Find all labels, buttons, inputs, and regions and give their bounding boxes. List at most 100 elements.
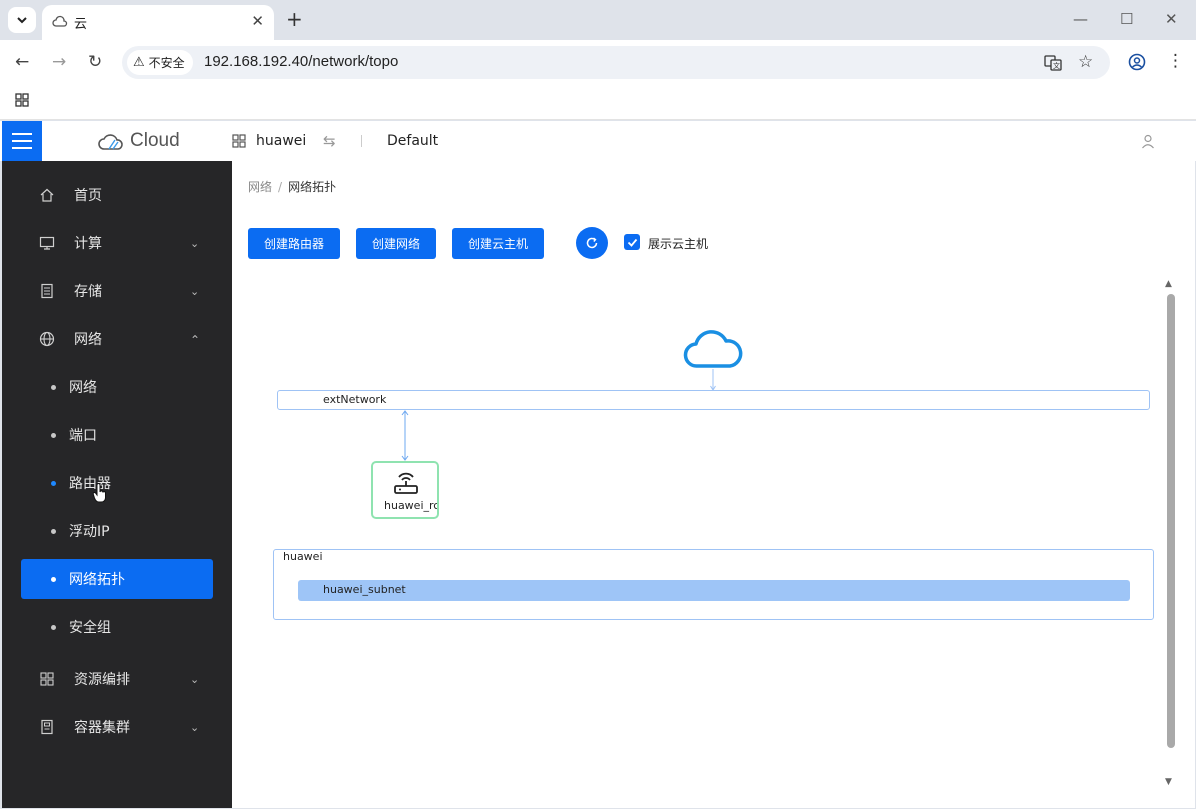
refresh-button[interactable] <box>576 227 608 259</box>
sidebar-subitem-ports[interactable]: 端口 <box>21 415 213 455</box>
external-network-label: extNetwork <box>323 393 387 406</box>
sidebar-subitem-label: 安全组 <box>69 620 111 636</box>
create-router-button[interactable]: 创建路由器 <box>248 228 340 259</box>
back-icon[interactable]: ← <box>15 52 29 72</box>
router-link-line <box>401 410 409 461</box>
topology-canvas[interactable]: extNetwork huawei_rc huawei huawei_subne… <box>232 271 1162 801</box>
maximize-icon[interactable]: ☐ <box>1120 10 1133 28</box>
hand-pointer-icon <box>92 483 106 503</box>
main-content: 网络 / 网络拓扑 创建路由器 创建网络 创建云主机 展示云主机 extNetwor… <box>232 161 1195 808</box>
new-tab-icon[interactable]: + <box>286 8 303 30</box>
browser-tab-bar: 云 ✕ + — ☐ ✕ <box>0 0 1196 40</box>
sidebar-item-label: 容器集群 <box>74 720 130 736</box>
warning-icon: ⚠ <box>133 55 145 70</box>
container-icon <box>41 719 53 735</box>
breadcrumb: 网络 / 网络拓扑 <box>248 178 336 195</box>
bullet-dot <box>51 624 56 630</box>
user-icon[interactable] <box>1140 133 1156 149</box>
sidebar-item-compute[interactable]: 计算 ⌄ <box>2 219 232 267</box>
sidebar-subitem-networks[interactable]: 网络 <box>21 367 213 407</box>
minimize-icon[interactable]: — <box>1073 10 1088 28</box>
sidebar-subitem-label: 端口 <box>69 428 97 444</box>
router-icon <box>394 472 418 494</box>
svg-text:文: 文 <box>1053 61 1060 70</box>
domain-name[interactable]: Default <box>387 133 438 149</box>
sidebar-subitem-routers[interactable]: 路由器 <box>21 463 213 503</box>
globe-icon <box>39 331 55 347</box>
sidebar-subitem-floating-ip[interactable]: 浮动IP <box>21 511 213 551</box>
sidebar-item-label: 资源编排 <box>74 672 130 688</box>
show-instances-label[interactable]: 展示云主机 <box>648 235 708 252</box>
url-text[interactable]: 192.168.192.40/network/topo <box>204 53 398 70</box>
sidebar-subitem-label: 网络 <box>69 380 97 396</box>
sidebar-subitem-label: 浮动IP <box>69 524 110 540</box>
external-cloud-icon[interactable] <box>683 326 743 371</box>
show-instances-checkbox[interactable] <box>624 234 640 250</box>
sidebar-item-orchestration[interactable]: 资源编排 ⌄ <box>2 655 232 703</box>
bullet-dot <box>51 576 56 582</box>
sidebar-item-home[interactable]: 首页 <box>2 171 232 219</box>
chevron-down-icon: ⌄ <box>190 236 200 250</box>
monitor-icon <box>39 236 55 250</box>
chevron-down-icon: ⌄ <box>190 720 200 734</box>
browser-tab[interactable]: 云 ✕ <box>42 5 274 40</box>
apps-grid-icon[interactable] <box>15 93 29 107</box>
project-name[interactable]: huawei <box>256 133 306 149</box>
switch-project-icon[interactable]: ⇆ <box>323 132 336 150</box>
storage-icon <box>41 283 53 299</box>
omnibox[interactable]: ⚠ 不安全 192.168.192.40/network/topo 文 ☆ <box>122 46 1110 79</box>
cloud-favicon-icon <box>52 15 68 27</box>
reload-icon[interactable]: ↻ <box>88 52 102 72</box>
security-label: 不安全 <box>148 56 185 70</box>
home-icon <box>40 188 54 202</box>
subnet-label: huawei_subnet <box>323 583 406 596</box>
bullet-dot <box>51 432 56 438</box>
bookmarks-bar <box>0 84 1196 120</box>
breadcrumb-separator: / <box>278 180 283 194</box>
security-chip[interactable]: ⚠ 不安全 <box>127 50 193 75</box>
external-network-bar[interactable]: extNetwork <box>277 390 1150 410</box>
app-header: Cloud huawei ⇆ Default <box>0 121 1196 161</box>
chevron-down-icon: ⌄ <box>190 672 200 686</box>
breadcrumb-parent[interactable]: 网络 <box>248 180 272 194</box>
sidebar: 首页 计算 ⌄ 存储 ⌄ 网络 ⌃ 网络 端口 路由器 浮动IP 网络拓扑 安全… <box>2 161 232 808</box>
create-instance-button[interactable]: 创建云主机 <box>452 228 544 259</box>
sidebar-item-network[interactable]: 网络 ⌃ <box>2 315 232 363</box>
sidebar-subitem-security-groups[interactable]: 安全组 <box>21 607 213 647</box>
bookmark-star-icon[interactable]: ☆ <box>1078 52 1093 72</box>
sidebar-subitem-network-topology[interactable]: 网络拓扑 <box>21 559 213 599</box>
create-network-button[interactable]: 创建网络 <box>356 228 436 259</box>
tab-title: 云 <box>74 17 88 32</box>
sidebar-subitem-label: 网络拓扑 <box>69 572 125 588</box>
grid-icon <box>40 672 54 686</box>
router-label: huawei_rc <box>384 499 439 512</box>
network-box[interactable]: huawei huawei_subnet <box>273 549 1154 620</box>
sidebar-item-label: 网络 <box>74 332 102 348</box>
scroll-down-arrow[interactable]: ▼ <box>1165 777 1172 787</box>
project-grid-icon <box>232 134 246 148</box>
translate-icon[interactable]: 文 <box>1044 54 1062 72</box>
sidebar-item-container-cluster[interactable]: 容器集群 ⌄ <box>2 703 232 751</box>
tab-search-button[interactable] <box>8 7 36 33</box>
router-node[interactable]: huawei_rc <box>371 461 439 519</box>
network-label: huawei <box>283 550 323 563</box>
subnet-bar[interactable]: huawei_subnet <box>298 580 1130 601</box>
window-close-icon[interactable]: ✕ <box>1165 10 1178 28</box>
profile-icon[interactable] <box>1128 53 1146 71</box>
chevron-down-icon: ⌄ <box>190 284 200 298</box>
breadcrumb-current: 网络拓扑 <box>288 180 337 194</box>
sidebar-item-storage[interactable]: 存储 ⌄ <box>2 267 232 315</box>
forward-icon[interactable]: → <box>52 52 66 72</box>
tab-close-icon[interactable]: ✕ <box>251 12 264 30</box>
scroll-up-arrow[interactable]: ▲ <box>1165 279 1172 289</box>
bullet-dot <box>51 480 56 486</box>
menu-toggle-button[interactable] <box>2 121 42 161</box>
chevron-down-icon <box>17 17 27 24</box>
more-menu-icon[interactable]: ⋮ <box>1167 51 1184 71</box>
bullet-dot <box>51 528 56 534</box>
refresh-icon <box>586 237 598 249</box>
logo-text: Cloud <box>130 130 180 151</box>
checkmark-icon <box>627 238 637 247</box>
bullet-dot <box>51 384 56 390</box>
vertical-scrollbar-thumb[interactable] <box>1167 294 1175 748</box>
